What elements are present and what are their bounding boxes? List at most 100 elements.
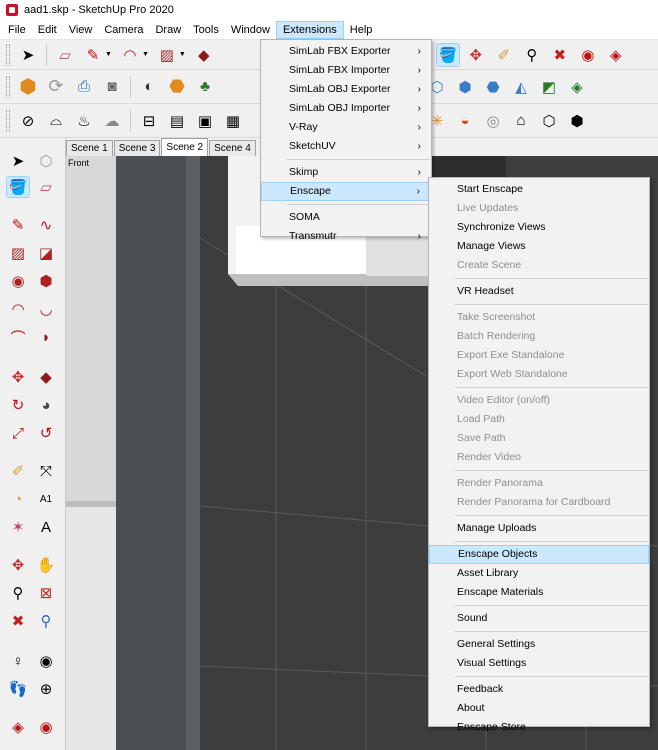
pan-tool-icon[interactable]: ✋ <box>34 554 58 576</box>
enscape-sync-icon[interactable]: ⟳ <box>44 75 68 99</box>
menu-tools[interactable]: Tools <box>187 21 225 39</box>
follow-me-icon[interactable]: ◕ <box>34 394 58 416</box>
walk-tool-icon[interactable]: 👣 <box>6 678 30 700</box>
enscape-views-icon[interactable]: ⎙ <box>72 75 96 99</box>
rotate-tool-icon[interactable]: ↻ <box>6 394 30 416</box>
push-pull-tool-icon[interactable]: ◆ <box>192 43 216 67</box>
offset-tool-icon[interactable]: ↺ <box>34 422 58 444</box>
scene-tab-scene-2[interactable]: Scene 2 <box>161 138 209 156</box>
extensions-item-v-ray[interactable]: V-Ray › <box>261 118 431 137</box>
box-icon[interactable]: ⬡ <box>537 109 561 133</box>
protractor-icon[interactable]: ◔ <box>6 488 30 510</box>
toolbar-grip[interactable] <box>6 75 10 98</box>
section-display-icon[interactable]: ▦ <box>221 109 245 133</box>
scene-tab-scene-1[interactable]: Scene 1 <box>66 140 113 156</box>
section-plane-icon[interactable]: ⊕ <box>34 678 58 700</box>
enscape-objects-icon[interactable]: ⬣ <box>165 75 189 99</box>
menu-edit[interactable]: Edit <box>32 21 63 39</box>
menu-window[interactable]: Window <box>225 21 276 39</box>
pie-tool-icon[interactable]: ◗ <box>34 326 58 348</box>
menu-extensions[interactable]: Extensions <box>275 20 344 39</box>
front-view-icon[interactable]: ⬣ <box>481 75 505 99</box>
chevron-down-icon[interactable]: ▼ <box>142 51 149 58</box>
extensions-item-skimp[interactable]: Skimp › <box>261 163 431 182</box>
component-icon[interactable]: ⌂ <box>509 109 533 133</box>
enscape-item-visual-settings[interactable]: Visual Settings <box>429 654 649 673</box>
enscape-item-synchronize-views[interactable]: Synchronize Views <box>429 218 649 237</box>
extensions-item-simlab-fbx-importer[interactable]: SimLab FBX Importer › <box>261 61 431 80</box>
arc-tool-icon[interactable]: ◠ <box>118 43 142 67</box>
scene-tab-scene-3[interactable]: Scene 3 <box>113 140 161 156</box>
menu-camera[interactable]: Camera <box>98 21 149 39</box>
screenshot-icon[interactable]: ◙ <box>100 75 124 99</box>
menu-file[interactable]: File <box>2 21 32 39</box>
make-component-icon[interactable]: ⬡ <box>34 150 58 172</box>
enscape-item-enscape-objects[interactable]: Enscape Objects <box>429 545 649 564</box>
line-tool-icon[interactable]: ✎ <box>81 43 105 67</box>
move-tool-icon[interactable]: ✥ <box>464 43 488 67</box>
3d-text-icon[interactable]: A <box>34 516 58 538</box>
section-plane-icon[interactable]: ▣ <box>193 109 217 133</box>
polygon-tool-icon[interactable]: ⬢ <box>34 270 58 292</box>
enscape-item-feedback[interactable]: Feedback <box>429 680 649 699</box>
paint-bucket-tool-icon[interactable]: 🪣 <box>435 42 460 67</box>
section-fill-icon[interactable]: ◈ <box>565 75 589 99</box>
menu-draw[interactable]: Draw <box>149 21 187 39</box>
freehand-tool-icon[interactable]: ∿ <box>34 214 58 236</box>
rectangle-tool-icon[interactable]: ▨ <box>155 43 179 67</box>
enscape-item-vr-headset[interactable]: VR Headset <box>429 282 649 301</box>
eraser-tool-icon[interactable]: ▱ <box>34 176 58 198</box>
outliner-icon[interactable]: ▤ <box>165 109 189 133</box>
extensions-item-simlab-fbx-exporter[interactable]: SimLab FBX Exporter › <box>261 42 431 61</box>
chevron-down-icon[interactable]: ▼ <box>105 51 112 58</box>
teapot-icon[interactable]: ⌓ <box>44 109 68 133</box>
rectangle-tool-icon[interactable]: ▨ <box>6 242 30 264</box>
xray-icon[interactable]: ⊘ <box>16 109 40 133</box>
previous-view-icon[interactable]: ⚲ <box>34 610 58 632</box>
extensions-item-simlab-obj-importer[interactable]: SimLab OBJ Importer › <box>261 99 431 118</box>
zoom-window-icon[interactable]: ⊠ <box>34 582 58 604</box>
section-icon[interactable]: ◩ <box>537 75 561 99</box>
paint-bucket-tool-icon[interactable]: 🪣 <box>6 176 30 198</box>
enscape-item-about[interactable]: About <box>429 699 649 718</box>
asset-library-icon[interactable]: ♣ <box>193 75 217 99</box>
select-tool-icon[interactable]: ➤ <box>16 43 40 67</box>
zoom-extents-icon[interactable]: ✖ <box>548 43 572 67</box>
toolbar-grip[interactable] <box>6 109 10 132</box>
enscape-start-icon[interactable]: ⬢ <box>16 75 40 99</box>
position-camera-icon[interactable]: ♀ <box>6 650 30 672</box>
extensions-item-sketchuv[interactable]: SketchUV › <box>261 137 431 156</box>
text-tool-icon[interactable]: A1 <box>34 488 58 510</box>
orbit-tool-icon[interactable]: ✥ <box>6 554 30 576</box>
top-view-icon[interactable]: ⬢ <box>453 75 477 99</box>
axes-tool-icon[interactable]: ✶ <box>6 516 30 538</box>
dimension-tool-icon[interactable]: ⤧ <box>34 460 58 482</box>
enscape-item-start-enscape[interactable]: Start Enscape <box>429 180 649 199</box>
extensions-item-soma[interactable]: SOMA <box>261 208 431 227</box>
select-tool-icon[interactable]: ➤ <box>6 150 30 172</box>
extensions-item-transmutr[interactable]: Transmutr › <box>261 227 431 246</box>
enscape-item-manage-views[interactable]: Manage Views <box>429 237 649 256</box>
scale-tool-icon[interactable]: ⤢ <box>6 422 30 444</box>
zoom-tool-icon[interactable]: ⚲ <box>6 582 30 604</box>
extensions-item-enscape[interactable]: Enscape › <box>261 182 431 201</box>
tape-measure-icon[interactable]: ✐ <box>6 460 30 482</box>
zoom-tool-icon[interactable]: ⚲ <box>520 43 544 67</box>
warehouse-icon[interactable]: ◈ <box>6 716 30 738</box>
toolbar-grip[interactable] <box>6 43 10 66</box>
enscape-item-manage-uploads[interactable]: Manage Uploads <box>429 519 649 538</box>
zoom-extents-icon[interactable]: ✖ <box>6 610 30 632</box>
rotated-rectangle-icon[interactable]: ◪ <box>34 242 58 264</box>
extension-icon[interactable]: ◈ <box>604 43 628 67</box>
line-tool-icon[interactable]: ✎ <box>6 214 30 236</box>
extension-warehouse-icon[interactable]: ◉ <box>34 716 58 738</box>
enscape-item-enscape-materials[interactable]: Enscape Materials <box>429 583 649 602</box>
vray-icon[interactable]: ◐ <box>137 75 161 99</box>
box-plus-icon[interactable]: ⬢ <box>565 109 589 133</box>
tape-measure-icon[interactable]: ✐ <box>492 43 516 67</box>
look-around-icon[interactable]: ◉ <box>34 650 58 672</box>
push-pull-tool-icon[interactable]: ◆ <box>34 366 58 388</box>
teapot-shaded-icon[interactable]: ♨ <box>72 109 96 133</box>
enscape-item-sound[interactable]: Sound <box>429 609 649 628</box>
enscape-item-general-settings[interactable]: General Settings <box>429 635 649 654</box>
